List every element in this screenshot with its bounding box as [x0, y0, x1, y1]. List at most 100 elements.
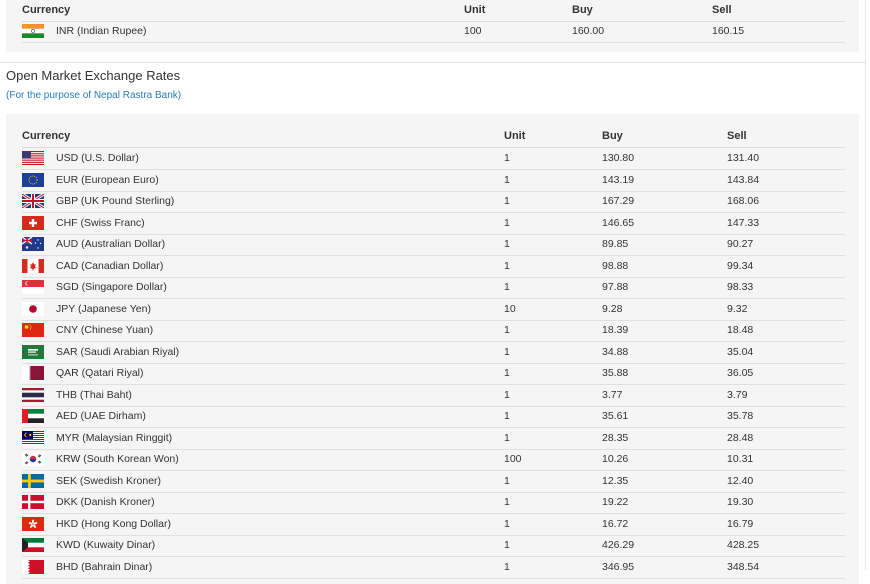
- unit-value: 1: [504, 560, 510, 573]
- currency-name: EUR (European Euro): [56, 173, 159, 186]
- table-row: EUR (European Euro) 1 143.19 143.84: [22, 170, 845, 192]
- sell-rate: 12.40: [727, 474, 754, 487]
- sell-rate: 35.04: [727, 345, 754, 358]
- unit-value: 1: [504, 431, 510, 444]
- currency-name: AUD (Australian Dollar): [56, 238, 166, 250]
- buy-rate: 34.88: [602, 345, 629, 358]
- kuwait-flag-icon: [22, 538, 44, 552]
- table-row: CNY (Chinese Yuan) 1 18.39 18.48: [22, 320, 845, 342]
- china-flag-icon: [22, 323, 44, 337]
- buy-rate: 9.28: [602, 302, 623, 315]
- qatar-flag-icon: [22, 366, 44, 380]
- table-row: KWD (Kuwaity Dinar) 1 426.29 428.25: [22, 535, 845, 557]
- buy-rate: 28.35: [602, 431, 629, 444]
- buy-column-header: Buy: [602, 130, 623, 142]
- eu-flag-icon: [22, 172, 44, 187]
- buy-rate: 89.85: [602, 238, 629, 250]
- table-row: DKK (Danish Kroner) 1 19.22 19.30: [22, 492, 845, 514]
- sell-rate: 3.79: [727, 388, 748, 401]
- saudi-arabia-flag-icon: [22, 344, 44, 359]
- buy-rate: 346.95: [602, 560, 635, 573]
- sell-rate: 98.33: [727, 281, 754, 293]
- sell-rate: 16.79: [727, 517, 754, 530]
- currency-name: MYR (Malaysian Ringgit): [56, 431, 173, 444]
- buy-rate: 130.80: [602, 152, 635, 164]
- buy-rate: 35.61: [602, 410, 629, 422]
- currency-name: DKK (Danish Kroner): [56, 496, 155, 508]
- currency-name: INR (Indian Rupee): [56, 25, 147, 37]
- unit-value: 1: [504, 517, 510, 530]
- unit-value: 1: [504, 173, 510, 186]
- sell-rate: 348.54: [727, 560, 760, 573]
- buy-rate: 167.29: [602, 195, 635, 207]
- indian-rupee-rates-table: Currency Unit Buy Sell INR (Indian Rupee) 100…: [6, 0, 859, 52]
- currency-name: CHF (Swiss Franc): [56, 216, 145, 229]
- sell-rate: 10.31: [727, 453, 754, 465]
- malaysia-flag-icon: [22, 430, 44, 445]
- sell-rate: 90.27: [727, 238, 754, 250]
- buy-rate: 19.22: [602, 496, 629, 508]
- buy-rate: 10.26: [602, 453, 629, 465]
- sweden-flag-icon: [22, 473, 44, 488]
- buy-rate: 35.88: [602, 367, 629, 379]
- canada-flag-icon: [22, 258, 44, 273]
- currency-name: BHD (Bahrain Dinar): [56, 560, 153, 573]
- currency-name: AED (UAE Dirham): [56, 410, 146, 422]
- table-row: JPY (Japanese Yen) 10 9.28 9.32: [22, 299, 845, 321]
- table-row: CAD (Canadian Dollar) 1 98.88 99.34: [22, 256, 845, 278]
- unit-value: 1: [504, 367, 510, 379]
- singapore-flag-icon: [22, 280, 44, 294]
- section-divider: [0, 62, 866, 63]
- buy-rate: 16.72: [602, 517, 629, 530]
- unit-column-header: Unit: [464, 4, 486, 16]
- unit-value: 10: [504, 302, 516, 315]
- denmark-flag-icon: [22, 495, 44, 509]
- buy-rate: 12.35: [602, 474, 629, 487]
- unit-value: 100: [464, 25, 482, 37]
- buy-rate: 143.19: [602, 173, 635, 186]
- sell-rate: 160.15: [712, 25, 745, 37]
- currency-name: GBP (UK Pound Sterling): [56, 195, 175, 207]
- currency-name: KRW (South Korean Won): [56, 453, 179, 465]
- sell-rate: 19.30: [727, 496, 754, 508]
- table-row: SEK (Swedish Kroner) 1 12.35 12.40: [22, 471, 845, 493]
- uae-flag-icon: [22, 409, 44, 423]
- unit-value: 1: [504, 281, 510, 293]
- india-flag-icon: [22, 24, 44, 38]
- currency-name: SEK (Swedish Kroner): [56, 474, 162, 487]
- switzerland-flag-icon: [22, 215, 44, 230]
- unit-value: 1: [504, 345, 510, 358]
- japan-flag-icon: [22, 301, 44, 316]
- currency-name: USD (U.S. Dollar): [56, 152, 139, 164]
- currency-column-header: Currency: [22, 4, 71, 16]
- currency-name: CNY (Chinese Yuan): [56, 324, 154, 336]
- buy-rate: 18.39: [602, 324, 629, 336]
- section-title: Open Market Exchange Rates: [6, 68, 181, 83]
- buy-rate: 426.29: [602, 539, 635, 551]
- currency-column-header: Currency: [22, 130, 71, 142]
- currency-name: KWD (Kuwaity Dinar): [56, 539, 156, 551]
- sell-rate: 147.33: [727, 216, 760, 229]
- sell-rate: 99.34: [727, 259, 754, 272]
- currency-name: SGD (Singapore Dollar): [56, 281, 167, 293]
- unit-value: 1: [504, 496, 510, 508]
- section-subtitle: (For the purpose of Nepal Rastra Bank): [6, 90, 182, 101]
- table-row: AED (UAE Dirham) 1 35.61 35.78: [22, 406, 845, 428]
- buy-column-header: Buy: [572, 4, 593, 16]
- sell-rate: 168.06: [727, 195, 760, 207]
- currency-name: JPY (Japanese Yen): [56, 302, 151, 315]
- unit-value: 1: [504, 259, 510, 272]
- table-row: USD (U.S. Dollar) 1 130.80 131.40: [22, 148, 845, 170]
- bahrain-flag-icon: [22, 559, 44, 574]
- currency-name: THB (Thai Baht): [56, 388, 132, 401]
- table-row: CHF (Swiss Franc) 1 146.65 147.33: [22, 213, 845, 235]
- page-edge-divider: [865, 0, 866, 570]
- table-header: Currency Unit Buy Sell: [22, 0, 845, 22]
- table-row: QAR (Qatari Riyal) 1 35.88 36.05: [22, 363, 845, 385]
- table-row: GBP (UK Pound Sterling) 1 167.29 168.06: [22, 191, 845, 213]
- sell-column-header: Sell: [712, 4, 732, 16]
- unit-value: 1: [504, 388, 510, 401]
- unit-value: 1: [504, 238, 510, 250]
- currency-name: QAR (Qatari Riyal): [56, 367, 144, 379]
- table-row: THB (Thai Baht) 1 3.77 3.79: [22, 385, 845, 407]
